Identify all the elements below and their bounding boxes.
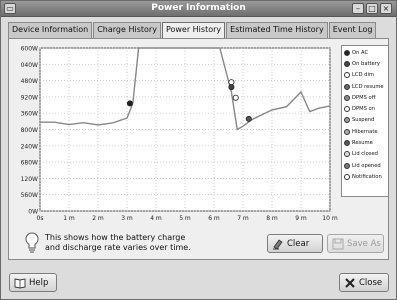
legend-label: Lid opened <box>352 162 381 169</box>
tab-bar: Device Information Charge History Power … <box>8 22 377 39</box>
legend-item: On AC <box>343 47 387 58</box>
close-window-icon[interactable]: × <box>380 3 392 14</box>
help-label: Help <box>29 277 49 288</box>
legend-label: Hibernate <box>352 128 378 135</box>
x-tick-label: 9 m <box>295 215 307 222</box>
event-marker <box>126 100 133 107</box>
event-legend: On AC On battery LCD dim LCD resume DPMS off… <box>341 45 389 197</box>
legend-marker-icon <box>344 72 350 79</box>
event-marker <box>228 84 235 91</box>
legend-item: DPMS on <box>343 103 387 114</box>
tab-device-information[interactable]: Device Information <box>8 22 93 38</box>
legend-marker-icon <box>344 60 350 67</box>
tab-event-log[interactable]: Event Log <box>328 22 377 38</box>
event-marker <box>232 94 239 101</box>
window-title: Power Information <box>151 3 246 13</box>
maximize-icon[interactable]: □ <box>366 3 378 14</box>
info-line-1: This shows how the battery charge <box>45 233 186 242</box>
x-tick-label: 4 m <box>150 215 162 222</box>
power-history-chart: 600W 040W 480W 920W 360W 800W 240W 680W 120W 560W… <box>21 46 338 223</box>
event-marker <box>245 115 252 122</box>
x-tick-label: 7 m <box>237 215 249 222</box>
help-icon <box>14 277 26 288</box>
y-tick-label: 040W <box>21 62 38 69</box>
x-tick-label: 1 m <box>63 215 75 222</box>
x-tick-label: 6 m <box>208 215 220 222</box>
legend-label: Resume <box>352 140 373 147</box>
save-as-button[interactable]: Save As <box>327 234 384 253</box>
legend-label: Lid closed <box>352 151 378 158</box>
info-line-2: and discharge rate varies over time. <box>45 243 191 252</box>
x-tick-label: 3 m <box>121 215 133 222</box>
close-label: Close <box>359 277 383 288</box>
legend-item: Suspend <box>343 115 387 126</box>
y-tick-label: 240W <box>21 143 38 150</box>
legend-item: Lid closed <box>343 149 387 160</box>
y-tick-label: 560W <box>21 192 38 199</box>
x-tick-label: 10 m <box>322 215 338 222</box>
tab-charge-history[interactable]: Charge History <box>93 22 161 38</box>
save-icon <box>332 238 344 249</box>
legend-item: LCD dim <box>343 70 387 81</box>
legend-marker-icon <box>344 106 350 113</box>
legend-item: LCD resume <box>343 81 387 92</box>
legend-marker-icon <box>344 162 350 169</box>
legend-label: On battery <box>352 60 380 67</box>
x-tick-label: 8 m <box>266 215 278 222</box>
legend-marker-icon <box>344 83 350 90</box>
close-icon <box>345 277 355 288</box>
lightbulb-icon <box>25 232 39 253</box>
y-tick-label: 480W <box>21 78 38 85</box>
y-tick-label: 920W <box>21 94 38 101</box>
power-history-pane: 600W 040W 480W 920W 360W 800W 240W 680W 120W 560W… <box>8 38 389 260</box>
chart-area: 600W 040W 480W 920W 360W 800W 240W 680W 120W 560W… <box>10 40 342 229</box>
clear-icon <box>273 238 283 250</box>
legend-marker-icon <box>344 140 350 147</box>
x-tick-label: 2 m <box>92 215 104 222</box>
tab-estimated-time-history[interactable]: Estimated Time History <box>226 22 328 38</box>
minimize-icon[interactable]: – <box>352 3 364 14</box>
clear-label: Clear <box>287 238 310 249</box>
y-tick-label: 120W <box>21 176 38 183</box>
y-tick-label: 360W <box>21 111 38 118</box>
y-tick-label: 800W <box>21 127 38 134</box>
legend-marker-icon <box>344 128 350 135</box>
legend-label: LCD resume <box>352 83 384 90</box>
legend-label: Notification <box>352 173 382 180</box>
power-information-window: ▭ Power Information – □ × Device Informa… <box>0 0 397 300</box>
help-button[interactable]: Help <box>9 273 57 292</box>
legend-marker-icon <box>344 173 350 180</box>
legend-item: Resume <box>343 137 387 148</box>
clear-button[interactable]: Clear <box>267 234 323 253</box>
legend-marker-icon <box>344 49 350 56</box>
legend-label: LCD dim <box>352 72 374 79</box>
info-message: This shows how the battery charge and di… <box>24 232 254 254</box>
legend-marker-icon <box>344 117 350 124</box>
tab-power-history[interactable]: Power History <box>161 22 226 39</box>
close-button[interactable]: Close <box>339 273 389 292</box>
legend-marker-icon <box>344 94 350 101</box>
event-marker <box>228 79 235 86</box>
legend-label: Suspend <box>352 117 375 124</box>
y-tick-label: 600W <box>21 46 38 53</box>
title-bar: ▭ Power Information – □ × <box>1 1 396 17</box>
legend-item: Hibernate <box>343 126 387 137</box>
x-tick-label: 0s <box>37 215 44 222</box>
save-as-label: Save As <box>347 238 381 249</box>
legend-item: Notification <box>343 171 387 182</box>
info-text: This shows how the battery charge and di… <box>45 233 245 253</box>
x-tick-label: 5 m <box>179 215 191 222</box>
y-tick-label: 680W <box>21 160 38 167</box>
legend-item: Lid opened <box>343 160 387 171</box>
legend-label: DPMS off <box>352 94 376 101</box>
legend-label: DPMS on <box>352 106 376 113</box>
legend-marker-icon <box>344 151 350 158</box>
legend-label: On AC <box>352 49 369 56</box>
legend-item: On battery <box>343 58 387 69</box>
legend-item: DPMS off <box>343 92 387 103</box>
